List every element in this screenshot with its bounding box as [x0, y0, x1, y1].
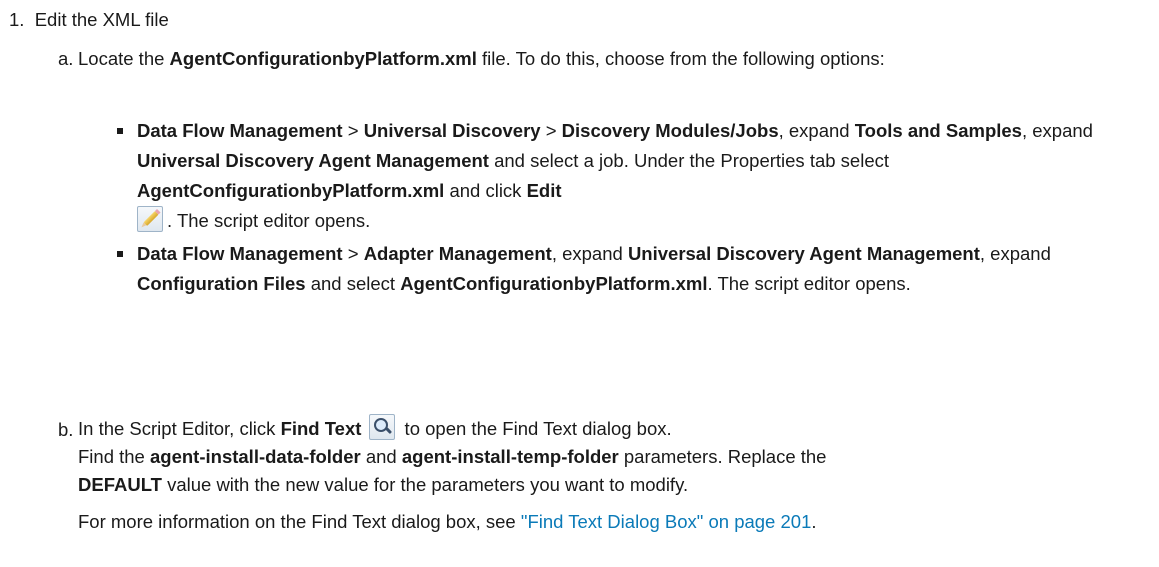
list-item: Data Flow Management > Universal Discove… [117, 116, 1157, 236]
edit-pencil-icon [137, 206, 163, 233]
step-1-title: Edit the XML file [34, 9, 169, 30]
step-1: 1. Edit the XML file [9, 5, 169, 35]
step-1-number: 1. [9, 9, 25, 30]
find-text-dialog-link[interactable]: "Find Text Dialog Box" on page 201 [521, 511, 811, 532]
document-page: 1. Edit the XML file a. Locate the Agent… [0, 0, 1159, 567]
options-list: Data Flow Management > Universal Discove… [117, 116, 1157, 299]
step-b: b. In the Script Editor, click Find Text… [58, 414, 1138, 536]
step-a-marker: a. [58, 48, 74, 69]
bullet-2-text: Data Flow Management > Adapter Managemen… [137, 243, 1051, 294]
step-a: a. Locate the AgentConfigurationbyPlatfo… [58, 44, 1078, 74]
step-b-marker: b. [58, 419, 74, 440]
bullet-1-text: Data Flow Management > Universal Discove… [137, 120, 1093, 233]
find-text-icon [369, 414, 396, 441]
bullet-square-icon [117, 128, 123, 134]
bullet-square-icon [117, 251, 123, 257]
step-b-text: In the Script Editor, click Find Text to… [78, 414, 1138, 536]
find-text-bold: Find Text [280, 418, 362, 439]
filename-bold: AgentConfigurationbyPlatform.xml [169, 48, 477, 69]
list-item: Data Flow Management > Adapter Managemen… [117, 239, 1157, 299]
step-a-text: Locate the AgentConfigurationbyPlatform.… [78, 48, 885, 69]
